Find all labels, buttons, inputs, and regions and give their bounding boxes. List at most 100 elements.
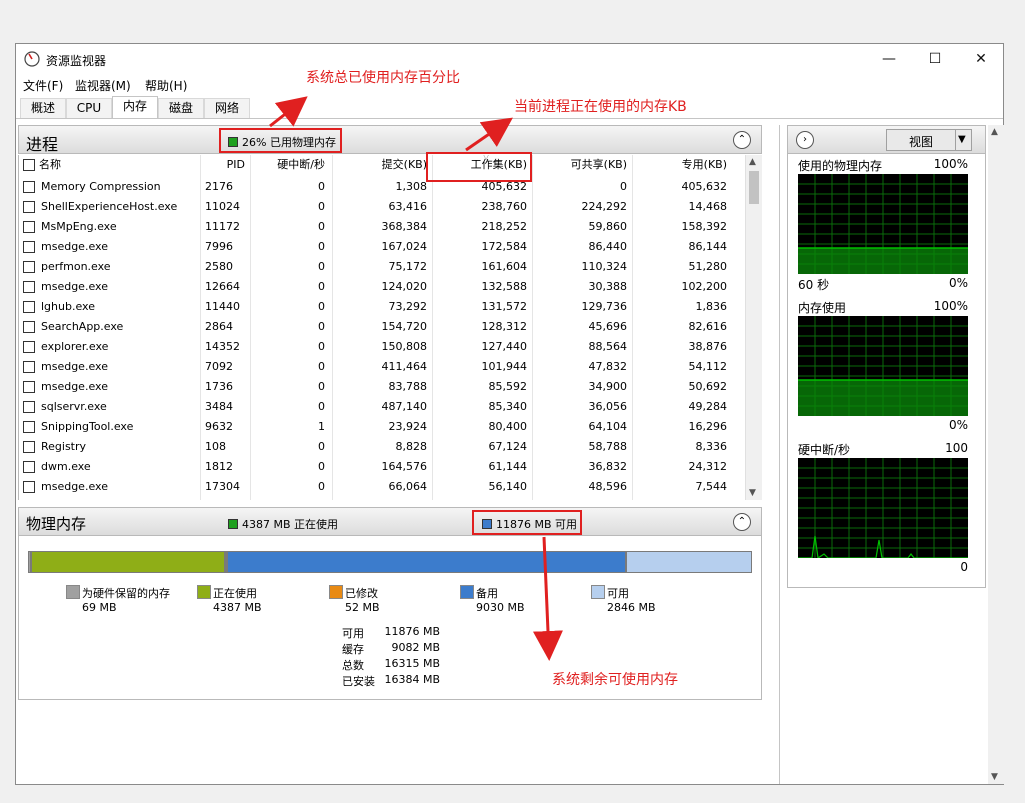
tab-network[interactable]: 网络 bbox=[204, 98, 250, 118]
table-cell: 0 bbox=[318, 480, 325, 493]
graph-max-label: 100% bbox=[933, 157, 968, 171]
tab-disk[interactable]: 磁盘 bbox=[158, 98, 204, 118]
maximize-button[interactable]: ☐ bbox=[912, 44, 958, 74]
table-cell: 11440 bbox=[205, 300, 240, 313]
maximize-icon: ☐ bbox=[928, 51, 942, 67]
table-row[interactable]: Memory Compression 2176 0 1,308 405,632 0 405,… bbox=[19, 177, 745, 197]
table-cell: 1736 bbox=[205, 380, 233, 393]
processes-collapse-button[interactable]: ⌃ bbox=[733, 131, 751, 149]
legend-label: 为硬件保留的内存 bbox=[82, 587, 170, 600]
scroll-up-icon[interactable]: ▲ bbox=[749, 157, 756, 167]
chevron-down-icon[interactable]: ▼ bbox=[958, 134, 966, 145]
column-header[interactable]: 专用(KB) bbox=[633, 155, 727, 175]
table-cell: explorer.exe bbox=[41, 340, 109, 353]
table-cell: 0 bbox=[318, 220, 325, 233]
table-row[interactable]: ShellExperienceHost.exe 11024 0 63,416 238,7… bbox=[19, 197, 745, 217]
legend-value: 9030 MB bbox=[476, 601, 525, 614]
tab-memory[interactable]: 内存 bbox=[112, 96, 158, 119]
process-checkbox[interactable] bbox=[23, 201, 35, 213]
legend-swatch bbox=[66, 585, 80, 599]
process-checkbox[interactable] bbox=[23, 381, 35, 393]
menu-help[interactable]: 帮助(H) bbox=[145, 77, 187, 94]
process-checkbox[interactable] bbox=[23, 261, 35, 273]
process-table-scrollbar[interactable]: ▲ ▼ bbox=[745, 155, 762, 500]
graph-scroll-up-icon[interactable]: ▲ bbox=[991, 127, 998, 137]
process-checkbox[interactable] bbox=[23, 321, 35, 333]
graph-min-label: 0 bbox=[960, 560, 968, 574]
table-cell: 11024 bbox=[205, 200, 240, 213]
graph-min-label: 0% bbox=[948, 418, 968, 432]
physical-memory-header[interactable]: 物理内存 4387 MB 正在使用 11876 MB 可用 ⌃ bbox=[18, 507, 762, 536]
physical-memory-collapse-button[interactable]: ⌃ bbox=[733, 513, 751, 531]
column-header[interactable]: 提交(KB) bbox=[333, 155, 427, 175]
tab-cpu[interactable]: CPU bbox=[66, 98, 112, 118]
tab-overview[interactable]: 概述 bbox=[20, 98, 66, 118]
graph-panel-expand-button[interactable]: › bbox=[796, 131, 814, 149]
process-checkbox[interactable] bbox=[23, 301, 35, 313]
view-button-label: 视图 bbox=[909, 135, 934, 149]
column-header[interactable]: 硬中断/秒 bbox=[251, 155, 325, 175]
table-cell: 0 bbox=[318, 460, 325, 473]
menu-file[interactable]: 文件(F) bbox=[23, 77, 63, 94]
table-row[interactable]: msedge.exe 17304 0 66,064 56,140 48,596 7,544 bbox=[19, 477, 745, 497]
scroll-thumb[interactable] bbox=[749, 171, 759, 204]
view-button[interactable]: 视图 ▼ bbox=[886, 129, 972, 151]
table-cell: 23,924 bbox=[388, 420, 428, 433]
process-checkbox[interactable] bbox=[23, 461, 35, 473]
table-cell: 14352 bbox=[205, 340, 240, 353]
table-cell: 63,416 bbox=[388, 200, 428, 213]
table-cell: 17304 bbox=[205, 480, 240, 493]
process-checkbox[interactable] bbox=[23, 221, 35, 233]
graph-panel-scrollbar[interactable]: ▲ ▼ bbox=[988, 125, 1004, 784]
table-row[interactable]: sqlservr.exe 3484 0 487,140 85,340 36,056 49,2… bbox=[19, 397, 745, 417]
table-row[interactable]: explorer.exe 14352 0 150,808 127,440 88,564 38… bbox=[19, 337, 745, 357]
close-button[interactable]: ✕ bbox=[958, 44, 1004, 74]
table-row[interactable]: SearchApp.exe 2864 0 154,720 128,312 45,696 82… bbox=[19, 317, 745, 337]
process-checkbox[interactable] bbox=[23, 421, 35, 433]
scroll-down-icon[interactable]: ▼ bbox=[749, 488, 756, 498]
table-cell: MsMpEng.exe bbox=[41, 220, 117, 233]
table-cell: 67,124 bbox=[488, 440, 528, 453]
table-row[interactable]: SnippingTool.exe 9632 1 23,924 80,400 64,104 1… bbox=[19, 417, 745, 437]
process-checkbox[interactable] bbox=[23, 441, 35, 453]
process-checkbox[interactable] bbox=[23, 361, 35, 373]
column-header[interactable]: PID bbox=[205, 155, 245, 175]
table-cell: 0 bbox=[318, 200, 325, 213]
column-header[interactable]: 可共享(KB) bbox=[533, 155, 627, 175]
table-cell: 88,564 bbox=[588, 340, 628, 353]
process-checkbox[interactable] bbox=[23, 241, 35, 253]
table-row[interactable]: MsMpEng.exe 11172 0 368,384 218,252 59,860 158… bbox=[19, 217, 745, 237]
annotation-available: 系统剩余可使用内存 bbox=[552, 672, 678, 688]
table-row[interactable]: dwm.exe 1812 0 164,576 61,144 36,832 24,312 bbox=[19, 457, 745, 477]
table-row[interactable]: msedge.exe 7092 0 411,464 101,944 47,832 54,11… bbox=[19, 357, 745, 377]
table-cell: 61,144 bbox=[488, 460, 528, 473]
processes-header[interactable]: 进程 26% 已用物理内存 ⌃ bbox=[18, 125, 762, 154]
process-checkbox[interactable] bbox=[23, 481, 35, 493]
table-cell: ShellExperienceHost.exe bbox=[41, 200, 178, 213]
graph-min-label: 0% bbox=[948, 276, 968, 290]
table-cell: 85,592 bbox=[488, 380, 528, 393]
table-cell: 108 bbox=[205, 440, 226, 453]
legend-label: 正在使用 bbox=[213, 587, 257, 600]
table-row[interactable]: lghub.exe 11440 0 73,292 131,572 129,736 1,836 bbox=[19, 297, 745, 317]
physical-memory-title: 物理内存 bbox=[26, 515, 87, 533]
process-checkbox[interactable] bbox=[23, 341, 35, 353]
table-row[interactable]: perfmon.exe 2580 0 75,172 161,604 110,324 51,2… bbox=[19, 257, 745, 277]
process-checkbox[interactable] bbox=[23, 281, 35, 293]
table-row[interactable]: Registry 108 0 8,828 67,124 58,788 8,336 bbox=[19, 437, 745, 457]
minimize-button[interactable]: — bbox=[866, 44, 912, 74]
table-cell: 38,876 bbox=[688, 340, 728, 353]
process-checkbox[interactable] bbox=[23, 181, 35, 193]
table-cell: 36,832 bbox=[588, 460, 628, 473]
table-cell: 8,828 bbox=[395, 440, 428, 453]
menu-monitor[interactable]: 监视器(M) bbox=[75, 77, 131, 94]
table-row[interactable]: msedge.exe 1736 0 83,788 85,592 34,900 50,692 bbox=[19, 377, 745, 397]
table-row[interactable]: msedge.exe 12664 0 124,020 132,588 30,388 102,… bbox=[19, 277, 745, 297]
select-all-checkbox[interactable] bbox=[23, 159, 35, 171]
table-row[interactable]: msedge.exe 7996 0 167,024 172,584 86,440 86,14… bbox=[19, 237, 745, 257]
stat-value: 16315 MB bbox=[384, 657, 440, 670]
table-cell: 86,144 bbox=[688, 240, 728, 253]
graph-scroll-down-icon[interactable]: ▼ bbox=[991, 772, 998, 782]
process-checkbox[interactable] bbox=[23, 401, 35, 413]
column-header[interactable]: 名称 bbox=[39, 155, 189, 175]
